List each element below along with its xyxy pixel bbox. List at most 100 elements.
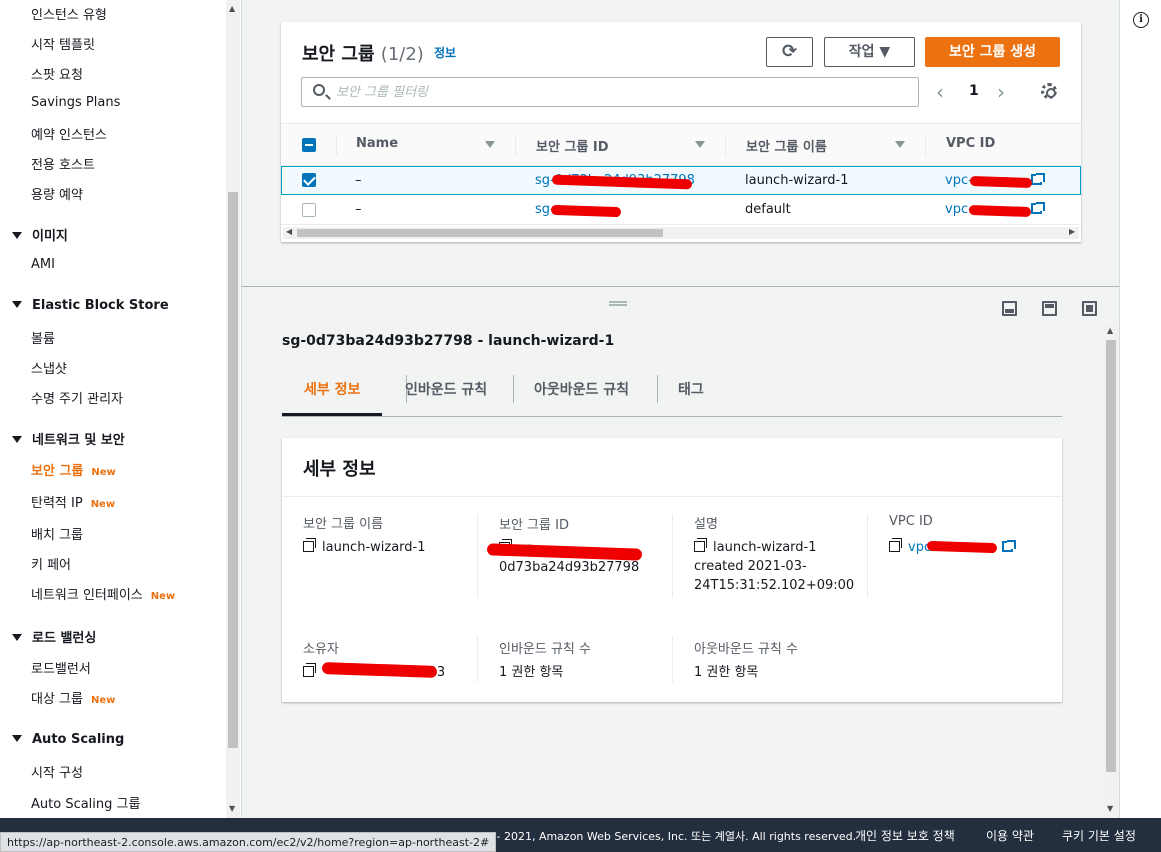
- redaction-mark: [550, 204, 622, 218]
- detail-scroll-thumb[interactable]: [1106, 340, 1116, 772]
- select-all-checkbox[interactable]: [302, 138, 316, 152]
- filter-input[interactable]: [336, 82, 896, 102]
- layout-full-icon[interactable]: [1082, 301, 1097, 316]
- layout-split-icon[interactable]: [1042, 301, 1057, 316]
- table-scroll-thumb[interactable]: [297, 229, 663, 237]
- nav-ami[interactable]: AMI: [31, 257, 55, 272]
- refresh-button[interactable]: ⟳: [766, 37, 813, 67]
- row-checkbox[interactable]: [302, 203, 316, 217]
- vpc-id-label: VPC ID: [889, 514, 933, 529]
- cell-sg-name: launch-wizard-1: [745, 173, 849, 188]
- caret-down-icon: [12, 232, 22, 239]
- security-groups-panel: 보안 그룹 (1/2) 정보 ⟳ 작업 ▼ 보안 그룹 생성 ‹ 1 › Nam…: [281, 22, 1081, 242]
- sidebar-scroll-thumb[interactable]: [228, 192, 238, 748]
- nav-placement-groups[interactable]: 배치 그룹: [31, 524, 83, 543]
- column-divider: [672, 636, 673, 682]
- cookie-preferences-link[interactable]: 쿠키 기본 설정: [1062, 827, 1136, 844]
- column-divider: [672, 514, 673, 598]
- column-sg-name[interactable]: 보안 그룹 이름: [746, 136, 827, 155]
- nav-elastic-ips[interactable]: 탄력적 IP New: [31, 492, 115, 511]
- sg-name-value: launch-wizard-1: [303, 538, 426, 557]
- external-link-icon[interactable]: [1030, 173, 1045, 185]
- nav-lifecycle-manager[interactable]: 수명 주기 관리자: [31, 388, 123, 407]
- create-security-group-button[interactable]: 보안 그룹 생성: [925, 37, 1060, 67]
- table-row[interactable]: – sg-0d73ba24d93b27798 launch-wizard-1 v…: [281, 166, 1081, 195]
- external-link-icon[interactable]: [1030, 202, 1045, 214]
- nav-section-ebs[interactable]: Elastic Block Store: [12, 298, 169, 313]
- column-divider: [336, 136, 337, 156]
- row-checkbox[interactable]: [302, 173, 316, 187]
- tab-divider: [657, 375, 658, 403]
- column-vpc-id[interactable]: VPC ID: [946, 136, 995, 151]
- actions-button[interactable]: 작업 ▼: [824, 37, 915, 67]
- privacy-link[interactable]: 개인 정보 보호 정책: [855, 827, 955, 844]
- inbound-count-value: 1 권한 항목: [499, 665, 564, 680]
- nav-section-network[interactable]: 네트워크 및 보안: [12, 429, 125, 448]
- nav-auto-scaling-groups[interactable]: Auto Scaling 그룹: [31, 793, 140, 812]
- copy-icon[interactable]: [303, 538, 316, 552]
- tab-inbound-rules[interactable]: 인바운드 규칙: [405, 379, 487, 399]
- next-page-button[interactable]: ›: [997, 80, 1005, 104]
- scroll-left-icon[interactable]: ◀: [286, 227, 292, 236]
- table-horizontal-scrollbar[interactable]: ◀ ▶: [283, 227, 1079, 239]
- scroll-up-icon[interactable]: ▲: [1107, 326, 1113, 335]
- new-badge: New: [150, 591, 176, 602]
- nav-capacity-reservations[interactable]: 용량 예약: [31, 184, 83, 203]
- sort-icon[interactable]: [485, 141, 495, 148]
- nav-target-groups[interactable]: 대상 그룹 New: [31, 688, 115, 707]
- scroll-up-icon[interactable]: ▲: [229, 4, 235, 13]
- sort-icon[interactable]: [895, 141, 905, 148]
- nav-reserved-instances[interactable]: 예약 인스턴스: [31, 124, 107, 143]
- tab-details[interactable]: 세부 정보: [304, 379, 360, 399]
- nav-network-interfaces[interactable]: 네트워크 인터페이스 New: [31, 584, 175, 603]
- detail-scrollbar[interactable]: ▲ ▼: [1104, 324, 1118, 819]
- nav-section-images[interactable]: 이미지: [12, 225, 68, 244]
- sidebar-scrollbar[interactable]: ▲ ▼: [226, 0, 240, 818]
- details-card: 세부 정보 보안 그룹 이름 launch-wizard-1 보안 그룹 ID …: [282, 438, 1062, 702]
- new-badge: New: [90, 695, 116, 706]
- tab-tags[interactable]: 태그: [678, 379, 704, 399]
- card-divider: [282, 496, 1062, 497]
- copy-icon[interactable]: [694, 538, 707, 552]
- layout-bottom-icon[interactable]: [1002, 301, 1017, 316]
- sg-name-label: 보안 그룹 이름: [303, 517, 384, 532]
- table-row[interactable]: – sg- default vpc-: [281, 196, 1081, 225]
- nav-spot-requests[interactable]: 스팟 요청: [31, 64, 83, 83]
- detail-split-pane: ▲ ▼ sg-0d73ba24d93b27798 - launch-wizard…: [242, 286, 1119, 819]
- scroll-down-icon[interactable]: ▼: [229, 804, 235, 813]
- nav-load-balancers[interactable]: 로드밸런서: [31, 658, 91, 677]
- nav-instance-types[interactable]: 인스턴스 유형: [31, 4, 107, 23]
- external-link-icon[interactable]: [1001, 540, 1016, 552]
- caret-down-icon: [12, 301, 22, 308]
- nav-security-groups[interactable]: 보안 그룹 New: [31, 460, 116, 479]
- gear-icon[interactable]: [1041, 83, 1057, 99]
- page-number[interactable]: 1: [969, 83, 979, 99]
- column-divider: [725, 136, 726, 156]
- info-icon[interactable]: i: [1133, 12, 1149, 28]
- scroll-right-icon[interactable]: ▶: [1069, 227, 1075, 236]
- nav-savings-plans[interactable]: Savings Plans: [31, 95, 120, 110]
- tab-outbound-rules[interactable]: 아웃바운드 규칙: [534, 379, 629, 399]
- new-badge: New: [91, 467, 116, 478]
- nav-launch-templates[interactable]: 시작 템플릿: [31, 34, 95, 53]
- nav-section-load-balancing[interactable]: 로드 밸런싱: [12, 627, 96, 646]
- sort-icon[interactable]: [695, 141, 705, 148]
- caret-down-icon: [12, 735, 22, 742]
- detail-tabs: 세부 정보 인바운드 규칙 아웃바운드 규칙 태그: [282, 369, 1062, 417]
- nav-snapshots[interactable]: 스냅샷: [31, 358, 67, 377]
- scroll-down-icon[interactable]: ▼: [1107, 804, 1113, 813]
- copy-icon[interactable]: [889, 538, 902, 552]
- nav-key-pairs[interactable]: 키 페어: [31, 554, 71, 573]
- drag-handle-icon[interactable]: [609, 301, 627, 306]
- column-sg-id[interactable]: 보안 그룹 ID: [536, 136, 609, 155]
- nav-dedicated-hosts[interactable]: 전용 호스트: [31, 154, 95, 173]
- column-name[interactable]: Name: [356, 136, 398, 151]
- nav-volumes[interactable]: 볼륨: [31, 328, 55, 347]
- description-label: 설명: [694, 517, 718, 532]
- terms-link[interactable]: 이용 약관: [986, 827, 1034, 844]
- nav-launch-configurations[interactable]: 시작 구성: [31, 762, 83, 781]
- copy-icon[interactable]: [303, 663, 316, 677]
- nav-section-auto-scaling[interactable]: Auto Scaling: [12, 732, 124, 747]
- info-link[interactable]: 정보: [434, 44, 456, 61]
- prev-page-button[interactable]: ‹: [936, 80, 944, 104]
